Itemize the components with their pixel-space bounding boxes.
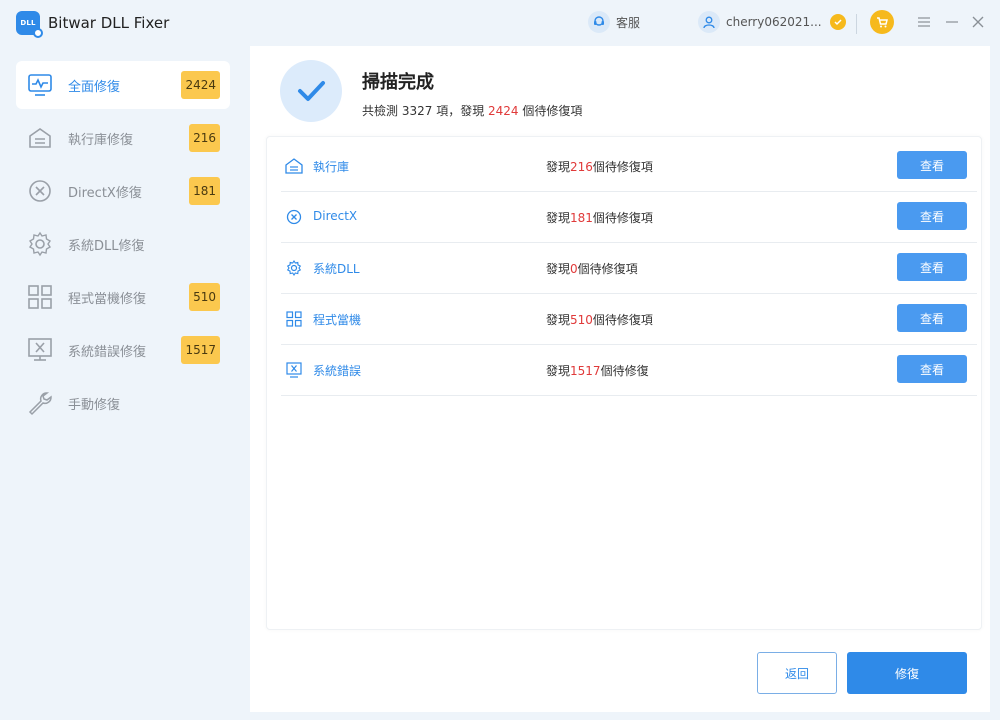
monitor-x-icon <box>26 336 54 364</box>
summary-found: 2424 <box>488 104 519 118</box>
result-label: 程式當機 <box>313 313 362 327</box>
title-bar: DLL Bitwar DLL Fixer 客服 cherry062021... <box>0 0 1000 46</box>
result-found-text: 發現510個待修復項 <box>546 311 653 328</box>
scan-title: 掃描完成 <box>362 72 434 93</box>
count-badge: 2424 <box>181 71 220 99</box>
found-prefix: 發現 <box>546 211 571 225</box>
headset-icon <box>588 11 610 33</box>
grid-icon <box>26 283 54 311</box>
summary-prefix: 共檢測 <box>362 104 402 118</box>
view-button[interactable]: 查看 <box>897 355 967 383</box>
result-label: 執行庫 <box>313 160 350 174</box>
fix-button[interactable]: 修復 <box>847 652 967 694</box>
sidebar-item-label: DirectX修復 <box>68 185 142 201</box>
support-button[interactable]: 客服 <box>588 11 640 33</box>
count-badge: 181 <box>189 177 220 205</box>
dll-app-logo-icon: DLL <box>16 11 43 38</box>
found-suffix: 個待修復項 <box>592 211 653 225</box>
result-label: 系統DLL <box>313 262 360 276</box>
scan-summary: 共檢測 3327 項，發現 2424 個待修復項 <box>362 102 582 119</box>
found-count: 0 <box>570 262 578 276</box>
view-button[interactable]: 查看 <box>897 202 967 230</box>
result-found-text: 發現0個待修復項 <box>546 260 638 277</box>
sidebar-item-system-dll[interactable]: 系統DLL修復 <box>16 220 230 268</box>
result-label: 系統錯誤 <box>313 364 362 378</box>
sidebar-item-label: 執行庫修復 <box>68 132 134 148</box>
count-badge: 1517 <box>181 336 220 364</box>
found-prefix: 發現 <box>546 160 571 174</box>
menu-icon[interactable] <box>914 12 934 32</box>
view-button[interactable]: 查看 <box>897 304 967 332</box>
sidebar-item-full-repair[interactable]: 全面修復 2424 <box>16 61 230 109</box>
support-label: 客服 <box>616 15 641 30</box>
result-row-system-error: 系統錯誤 發現1517個待修復 查看 <box>281 345 977 396</box>
title-separator <box>856 14 857 34</box>
result-found-text: 發現1517個待修復 <box>546 362 649 379</box>
result-found-text: 發現181個待修復項 <box>546 209 653 226</box>
sidebar-item-label: 全面修復 <box>68 79 121 95</box>
sidebar-item-label: 手動修復 <box>68 397 121 413</box>
result-row-runtime-library: 執行庫 發現216個待修復項 查看 <box>281 141 977 192</box>
result-list: 執行庫 發現216個待修復項 查看 DirectX 發現181個待修復項 查看 … <box>266 136 982 630</box>
found-count: 510 <box>570 313 593 327</box>
view-button[interactable]: 查看 <box>897 253 967 281</box>
found-prefix: 發現 <box>546 262 571 276</box>
sidebar-item-runtime-library[interactable]: 執行庫修復 216 <box>16 114 230 162</box>
gear-icon <box>26 230 54 258</box>
found-count: 1517 <box>570 364 601 378</box>
minimize-icon[interactable] <box>942 12 962 32</box>
result-label: DirectX <box>313 209 358 223</box>
view-button[interactable]: 查看 <box>897 151 967 179</box>
logo-text: DLL <box>20 19 36 27</box>
sidebar-item-manual-repair[interactable]: 手動修復 <box>16 379 230 427</box>
close-icon[interactable] <box>968 12 988 32</box>
count-badge: 216 <box>189 124 220 152</box>
main-panel: 掃描完成 共檢測 3327 項，發現 2424 個待修復項 執行庫 發現216個… <box>250 46 990 712</box>
found-count: 181 <box>570 211 593 225</box>
runtime-library-icon <box>26 124 54 152</box>
found-suffix: 個待修復項 <box>577 262 638 276</box>
sidebar-item-system-error[interactable]: 系統錯誤修復 1517 <box>16 326 230 374</box>
vip-badge-icon <box>829 14 846 30</box>
sidebar-item-crash-repair[interactable]: 程式當機修復 510 <box>16 273 230 321</box>
sidebar-item-label: 程式當機修復 <box>68 291 147 307</box>
grid-icon <box>285 310 303 328</box>
username: cherry062021... <box>726 15 822 29</box>
found-suffix: 個待修復 <box>600 364 649 378</box>
x-circle-icon <box>285 208 303 226</box>
summary-suffix: 個待修復項 <box>518 104 583 118</box>
scan-complete-check-icon <box>280 60 342 122</box>
summary-middle: 項，發現 <box>432 104 489 118</box>
result-row-directx: DirectX 發現181個待修復項 查看 <box>281 192 977 243</box>
summary-total: 3327 <box>401 104 433 118</box>
wrench-icon <box>26 389 54 417</box>
found-prefix: 發現 <box>546 364 571 378</box>
result-found-text: 發現216個待修復項 <box>546 158 653 175</box>
sidebar-item-directx[interactable]: DirectX修復 181 <box>16 167 230 215</box>
pulse-monitor-icon <box>26 71 54 99</box>
count-badge: 510 <box>189 283 220 311</box>
cart-icon[interactable] <box>870 10 894 34</box>
result-row-system-dll: 系統DLL 發現0個待修復項 查看 <box>281 243 977 294</box>
monitor-x-icon <box>285 361 303 379</box>
found-suffix: 個待修復項 <box>592 160 653 174</box>
result-row-crash: 程式當機 發現510個待修復項 查看 <box>281 294 977 345</box>
sidebar-item-label: 系統DLL修復 <box>68 238 145 254</box>
found-suffix: 個待修復項 <box>592 313 653 327</box>
user-account[interactable]: cherry062021... <box>698 11 846 33</box>
app-title: Bitwar DLL Fixer <box>48 14 170 32</box>
gear-icon <box>285 259 303 277</box>
back-button[interactable]: 返回 <box>757 652 837 694</box>
found-prefix: 發現 <box>546 313 571 327</box>
sidebar: 全面修復 2424 執行庫修復 216 DirectX修復 181 系統DLL修… <box>0 46 250 720</box>
found-count: 216 <box>570 160 593 174</box>
x-circle-icon <box>26 177 54 205</box>
runtime-library-icon <box>285 157 303 175</box>
sidebar-item-label: 系統錯誤修復 <box>68 344 147 360</box>
user-icon <box>698 11 720 33</box>
